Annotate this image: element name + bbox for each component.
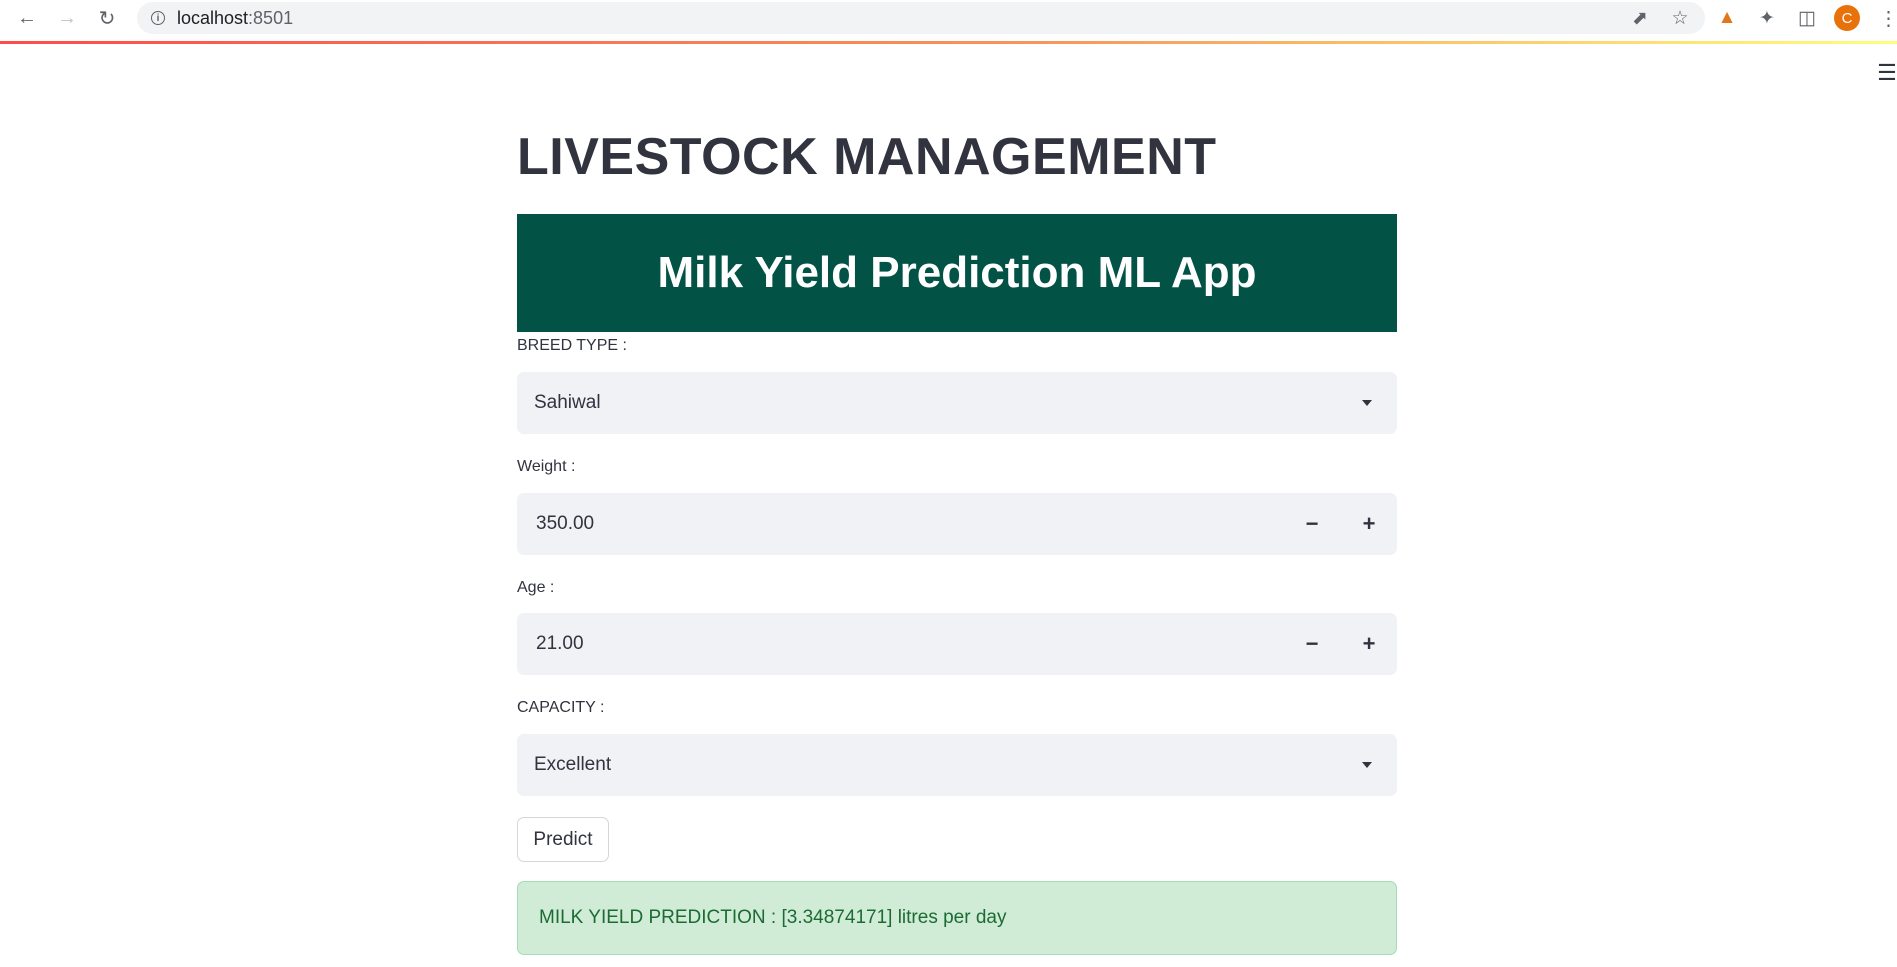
profile-avatar[interactable]: C [1834, 5, 1860, 31]
breed-label: BREED TYPE : [517, 337, 627, 354]
url-port: :8501 [248, 7, 294, 28]
predict-button[interactable]: Predict [517, 817, 609, 862]
breed-selected-value: Sahiwal [534, 392, 601, 413]
puzzle-icon[interactable]: ✦ [1754, 7, 1780, 30]
weight-label: Weight : [517, 458, 576, 475]
prediction-result-text: MILK YIELD PREDICTION : [3.34874171] lit… [539, 907, 1007, 928]
back-button[interactable]: ← [12, 4, 42, 32]
metamask-fox-icon[interactable]: ▲ [1714, 7, 1740, 29]
age-label: Age : [517, 579, 555, 596]
chevron-down-icon [1362, 400, 1372, 406]
weight-number-input: − + [517, 493, 1397, 555]
age-decrement-button[interactable]: − [1284, 613, 1340, 675]
hamburger-icon[interactable]: ☰ [1876, 62, 1897, 84]
side-panel-icon[interactable]: ◫ [1794, 7, 1820, 30]
age-number-input: − + [517, 613, 1397, 675]
browser-toolbar: ← → ↻ i localhost:8501 ⬈ ☆ ▲ ✦ ◫ C ⋮ [0, 0, 1897, 41]
capacity-select[interactable]: Excellent [517, 734, 1397, 796]
reload-button[interactable]: ↻ [92, 4, 122, 32]
chevron-down-icon [1362, 762, 1372, 768]
app-banner: Milk Yield Prediction ML App [517, 214, 1397, 332]
weight-decrement-button[interactable]: − [1284, 493, 1340, 555]
capacity-label: CAPACITY : [517, 699, 605, 716]
page-title: LIVESTOCK MANAGEMENT [517, 128, 1217, 186]
banner-title: Milk Yield Prediction ML App [657, 248, 1257, 297]
info-icon[interactable]: i [151, 11, 165, 25]
breed-select[interactable]: Sahiwal [517, 372, 1397, 434]
three-dots-icon[interactable]: ⋮ [1879, 4, 1897, 32]
forward-button[interactable]: → [52, 4, 82, 32]
weight-field[interactable] [517, 493, 1283, 555]
star-icon[interactable]: ☆ [1667, 7, 1693, 30]
capacity-selected-value: Excellent [534, 754, 612, 775]
decoration-bar [0, 41, 1897, 44]
prediction-result-alert: MILK YIELD PREDICTION : [3.34874171] lit… [517, 881, 1397, 955]
share-icon[interactable]: ⬈ [1627, 7, 1653, 30]
url-text[interactable]: localhost:8501 [177, 8, 293, 29]
arrow-right-icon: → [57, 6, 77, 29]
reload-icon: ↻ [98, 7, 116, 30]
age-increment-button[interactable]: + [1341, 613, 1397, 675]
address-bar[interactable]: i localhost:8501 ⬈ ☆ [137, 2, 1705, 34]
age-field[interactable] [517, 613, 1283, 675]
weight-increment-button[interactable]: + [1341, 493, 1397, 555]
url-host: localhost [177, 7, 249, 28]
arrow-left-icon: ← [17, 6, 37, 29]
